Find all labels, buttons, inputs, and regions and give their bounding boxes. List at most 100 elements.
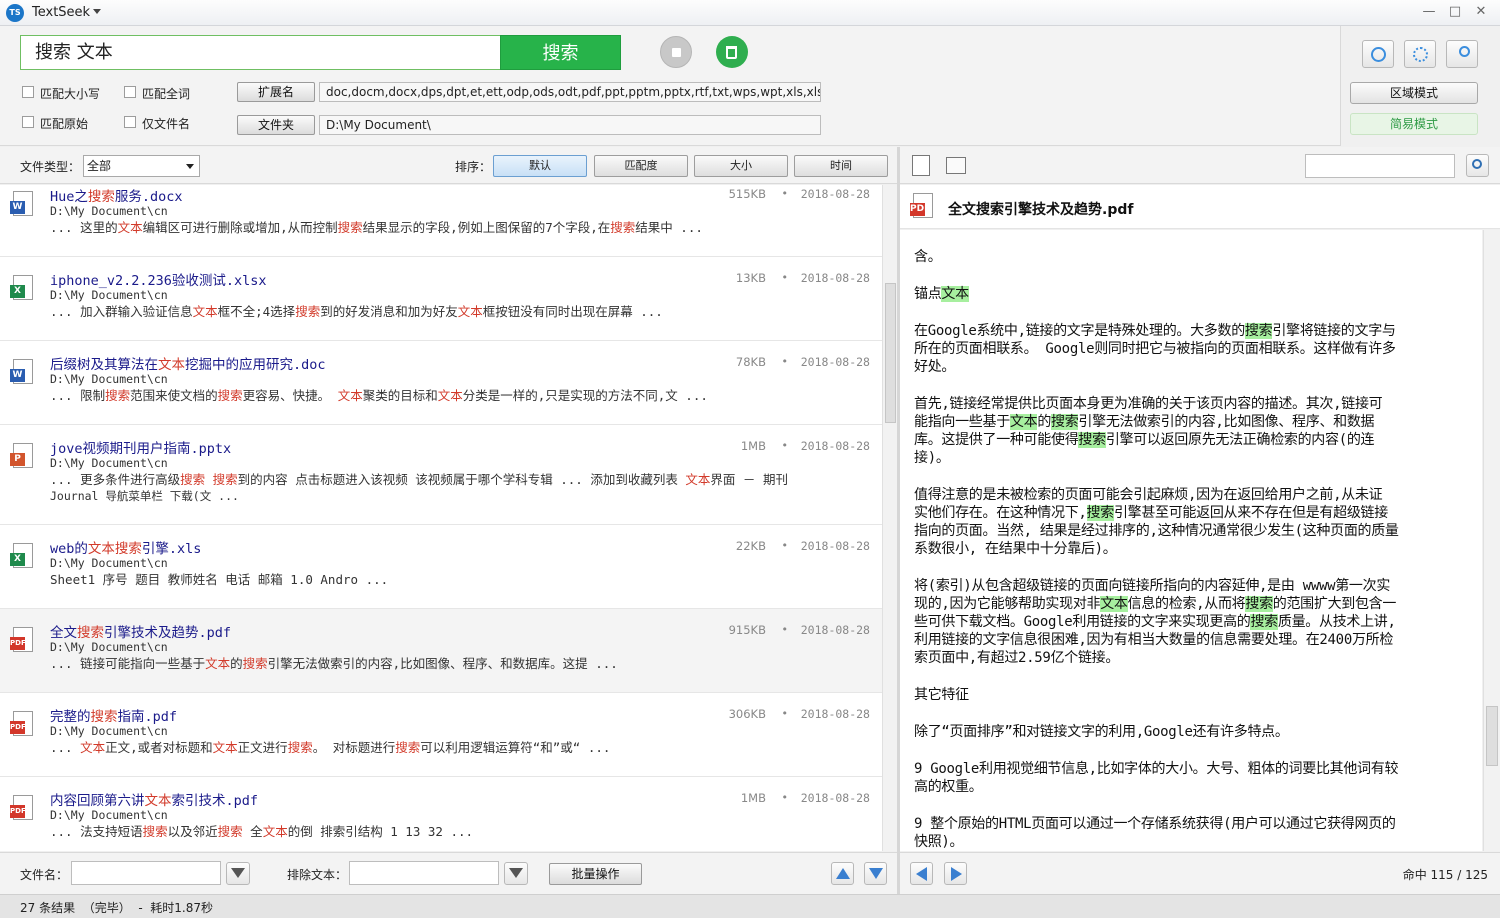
refresh-button[interactable] [1362,40,1394,68]
result-item[interactable]: Xiphone_v2.2.236验收测试.xlsx D:\My Document\… [0,257,882,341]
text-segment: 系数很小, 在结果中十分靠后)。 [914,541,1117,557]
filename-only-checkbox[interactable] [124,116,136,128]
open-file-icon[interactable] [912,155,930,176]
result-filename[interactable]: 内容回顾第六讲文本索引技术.pdf [50,789,258,809]
text-segment: 所在的页面相联系。 Google则同时把它与被指向的页面相联系。这样做有许多 [914,341,1396,357]
search-input[interactable]: 搜索 文本 [20,35,502,70]
file-type-select[interactable]: 全部 [83,155,200,177]
result-item[interactable]: Pjove视频期刊用户指南.pptx D:\My Document\cn... 更… [0,425,882,525]
search-button[interactable]: 搜索 [500,35,621,70]
highlight-text: 搜索 [295,304,321,319]
text-segment: 框按钮没有同时出现在屏幕 ... [482,304,663,319]
highlight-text: 搜索 [217,388,243,403]
folder-field[interactable]: D:\My Document\ [319,115,821,135]
preview-line: 除了“页面排序”和对链接文字的利用,Google还有许多特点。 [914,723,1289,741]
match-original-option[interactable]: 匹配原始 [22,116,122,131]
filename-filter-label: 文件名： [20,868,69,882]
text-segment: 接)。 [914,450,950,466]
text-segment: 除了“页面排序”和对链接文字的利用,Google还有许多特点。 [914,724,1289,740]
preview-line: 现的,因为它能够帮助实现对非文本信息的检索,从而将搜索的范围扩大到包含一 [914,595,1396,613]
preview-line: 指向的页面。当然, 结果是经过排序的,这种情况通常很少发生(这种页面的质量 [914,522,1399,540]
bottom-filter-bar: 文件名： 排除文本： 批量操作 [0,852,897,894]
filename-only-option[interactable]: 仅文件名 [124,116,224,131]
filename-filter-button[interactable] [226,862,250,885]
preview-search-button[interactable] [1466,154,1489,177]
match-case-label: 匹配大小写 [40,87,101,101]
clear-button[interactable] [716,36,748,68]
result-filename[interactable]: 完整的搜索指南.pdf [50,705,177,725]
match-original-checkbox[interactable] [22,116,34,128]
preview-line: 值得注意的是未被检索的页面可能会引起麻烦,因为在返回给用户之前,从未证 [914,486,1383,504]
batch-operation-button[interactable]: 批量操作 [549,863,642,885]
simple-mode-button[interactable]: 简易模式 [1350,113,1478,135]
result-item[interactable]: Xweb的文本搜索引擎.xls D:\My Document\cn Sheet1 序… [0,525,882,609]
close-button[interactable]: ✕ [1472,4,1490,20]
match-whole-word-option[interactable]: 匹配全词 [124,86,224,101]
separator-dot: • [781,539,789,552]
stop-button[interactable] [660,36,692,68]
sort-default-button[interactable]: 默认 [493,155,587,177]
match-case-checkbox[interactable] [22,86,34,98]
result-item[interactable]: PDF 全文搜索引擎技术及趋势.pdf D:\My Document\cn... 链… [0,609,882,693]
result-item[interactable]: PDF 内容回顾第六讲文本索引技术.pdf D:\My Document\cn...… [0,777,882,851]
previous-hit-button[interactable] [910,862,933,885]
preview-line: 系数很小, 在结果中十分靠后)。 [914,540,1117,558]
highlight-text: 搜索 [105,388,131,403]
sort-time-button[interactable]: 时间 [794,155,888,177]
match-case-option[interactable]: 匹配大小写 [22,86,122,101]
result-filename[interactable]: 全文搜索引擎技术及趋势.pdf [50,621,231,641]
preview-scrollbar[interactable] [1483,230,1500,851]
result-date: 2018-08-28 [800,539,870,553]
advanced-search-button[interactable] [1446,40,1478,68]
result-filename[interactable]: iphone_v2.2.236验收测试.xlsx [50,269,267,289]
results-scrollbar[interactable] [882,185,897,851]
text-segment: Sheet1 序号 题目 教师姓名 电话 邮箱 1.0 Andro ... [50,572,389,587]
result-date: 2018-08-28 [800,271,870,285]
text-segment: Journal 导航菜单栏 下载(文 ... [50,489,239,503]
maximize-button[interactable]: □ [1446,4,1464,20]
preview-search-input[interactable] [1305,154,1455,178]
exclude-text-input[interactable] [349,861,499,885]
match-whole-word-checkbox[interactable] [124,86,136,98]
preview-line: 9 整个原始的HTML页面可以通过一个存储系统获得(用户可以通过它获得网页的 [914,815,1396,833]
extension-field[interactable]: doc,docm,docx,dps,dpt,et,ett,odp,ods,odt… [319,82,821,102]
filename-filter-input[interactable] [71,861,221,885]
result-item[interactable]: W 后缀树及其算法在文本挖掘中的应用研究.doc D:\My Document\cn… [0,341,882,425]
result-item[interactable]: PDF 完整的搜索指南.pdf D:\My Document\cn... 文本正文,… [0,693,882,777]
text-segment: 值得注意的是未被检索的页面可能会引起麻烦,因为在返回给用户之前,从未证 [914,487,1383,503]
exclude-filter-button[interactable] [504,862,528,885]
result-filename[interactable]: web的文本搜索引擎.xls [50,537,201,557]
highlight-text: 文本 [80,740,106,755]
text-segment: 在Google系统中,链接的文字是特殊处理的。大多数的 [914,323,1245,339]
highlight-text: 搜索 [287,740,313,755]
text-segment: 到的内容 点击标题进入该视频 该视频属于哪个学科专辑 ... 添加到收藏列表 [237,472,686,487]
highlight-text: 文本 [205,656,231,671]
app-title[interactable]: TextSeek [32,5,90,20]
folder-button[interactable]: 文件夹 [237,115,315,135]
result-filename[interactable]: 后缀树及其算法在文本挖掘中的应用研究.doc [50,353,326,373]
move-up-button[interactable] [831,862,854,885]
text-segment: 挖掘中的应用研究.doc [185,357,326,373]
title-dropdown-icon[interactable] [93,9,101,14]
search-panel: 搜索 文本 搜索 匹配大小写 匹配全词 匹配原始 仅文件名 扩展名 doc,do… [0,26,1500,146]
pdf-file-icon: PDF [10,711,38,739]
xlsx-file-icon: X [10,275,38,303]
sort-relevance-button[interactable]: 匹配度 [594,155,688,177]
text-segment: Hue之 [50,189,88,205]
minimize-button[interactable]: — [1420,4,1438,20]
text-segment: 引擎.xls [141,541,202,557]
result-filename[interactable]: Hue之搜索服务.docx [50,185,183,205]
result-filename[interactable]: jove视频期刊用户指南.pptx [50,437,231,457]
preview-scrollbar-thumb[interactable] [1486,706,1498,766]
results-scrollbar-thumb[interactable] [885,283,896,423]
area-mode-button[interactable]: 区域模式 [1350,82,1478,104]
settings-button[interactable] [1404,40,1436,68]
move-down-button[interactable] [864,862,887,885]
next-hit-button[interactable] [944,862,967,885]
result-item[interactable]: W Hue之搜索服务.docx D:\My Document\cn... 这里的文本… [0,185,882,257]
result-snippet: ... 文本正文,或者对标题和文本正文进行搜索。 对标题进行搜索可以利用逻辑运算… [50,739,610,756]
open-folder-icon[interactable] [946,157,966,174]
sort-size-button[interactable]: 大小 [694,155,788,177]
preview-line: 利用链接的文字信息很困难,因为有相当大数量的信息需要处理。在2400万所检 [914,631,1393,649]
extension-button[interactable]: 扩展名 [237,82,315,102]
